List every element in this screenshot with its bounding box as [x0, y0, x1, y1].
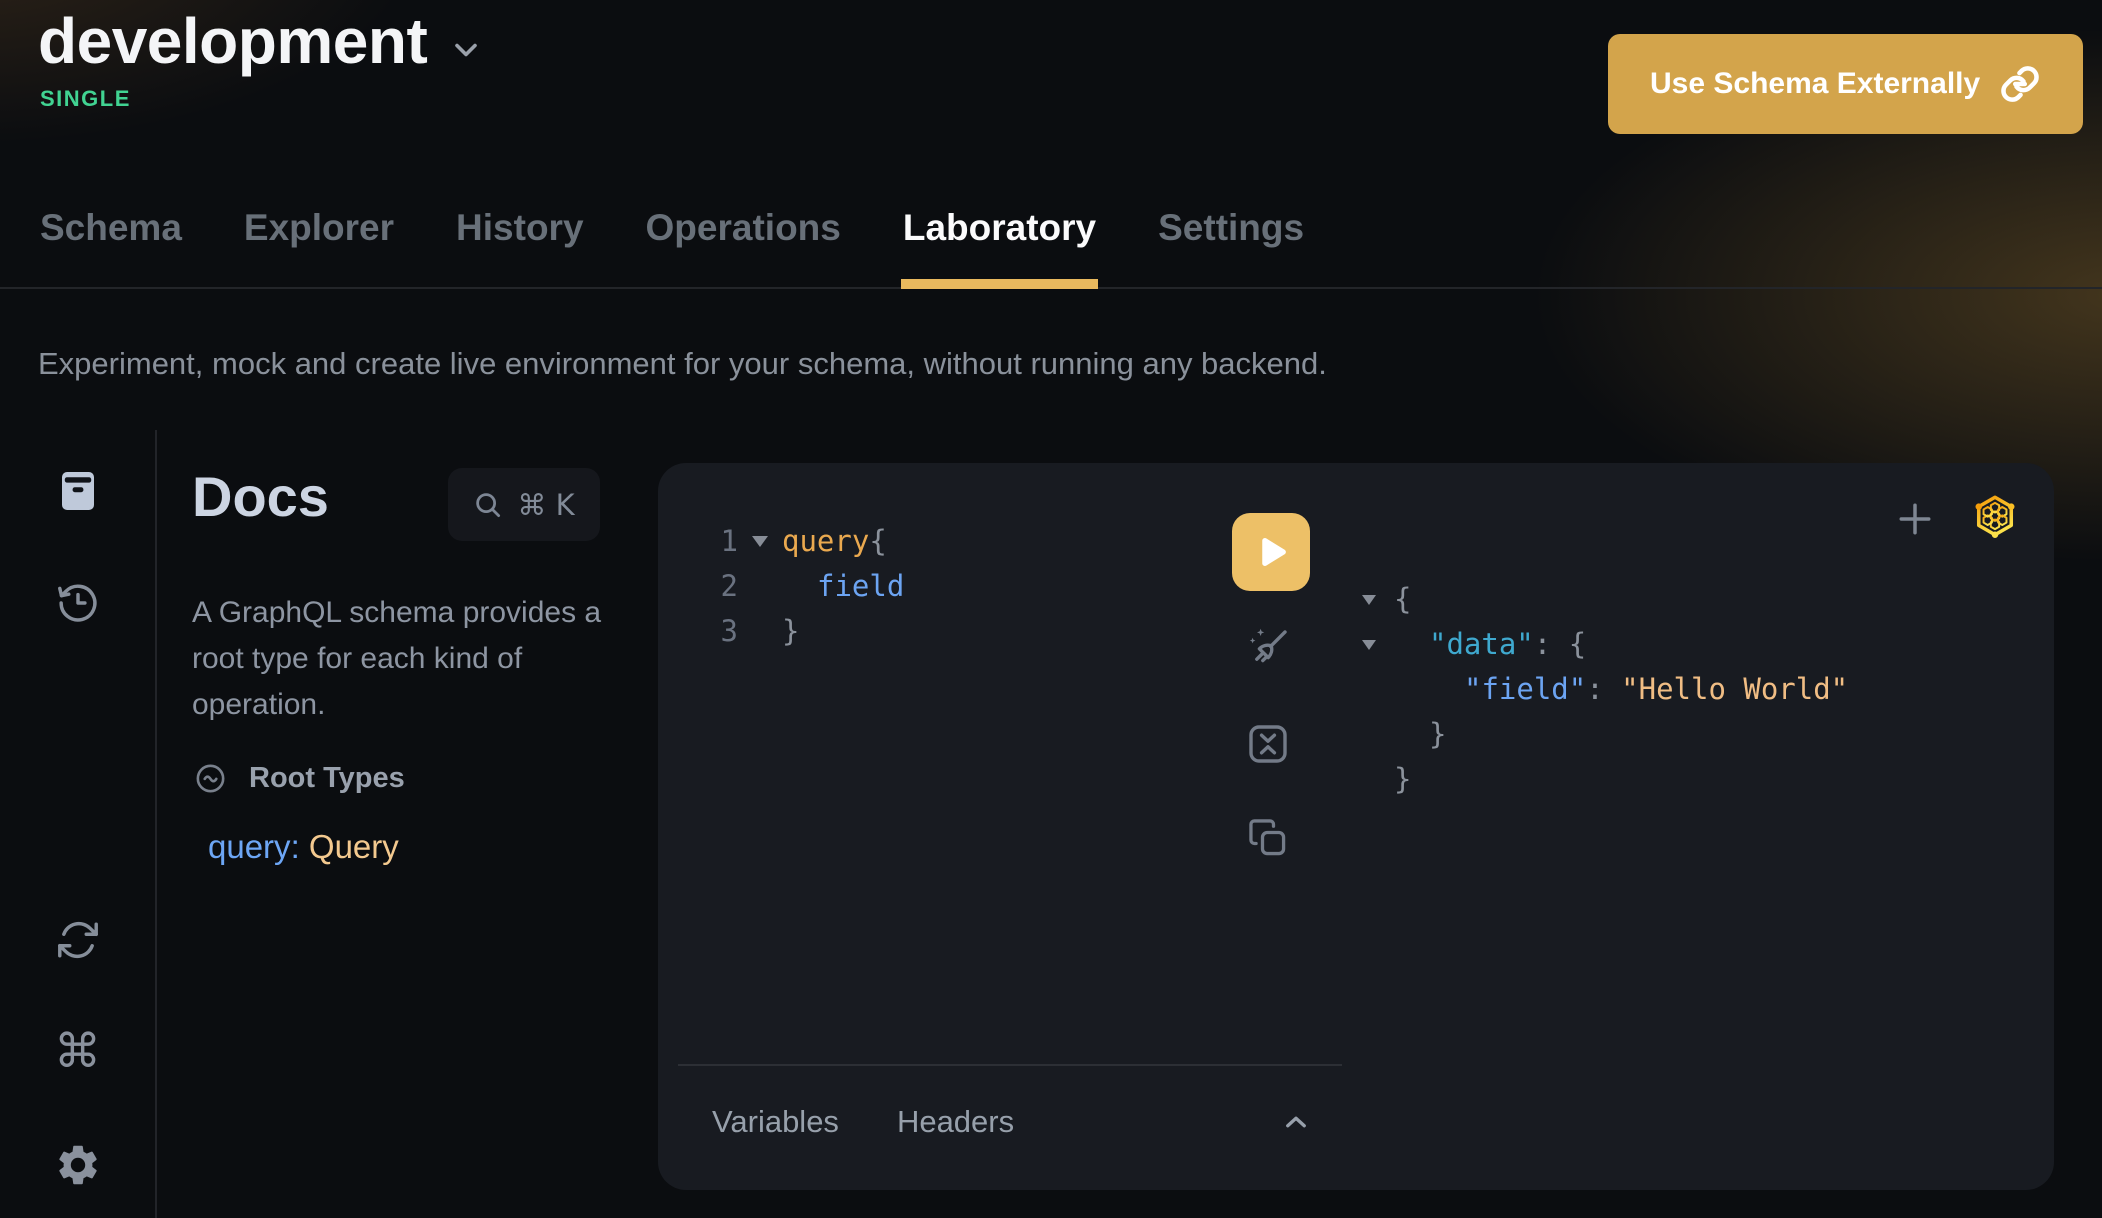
page-header: development SINGLE Use Schema Externally… [0, 0, 2102, 289]
tab-laboratory[interactable]: Laboratory [901, 207, 1098, 289]
collapse-footer-button[interactable] [1278, 1104, 1314, 1140]
fold-arrow-icon[interactable] [1360, 577, 1394, 622]
play-icon [1250, 531, 1292, 573]
root-query-link[interactable]: query: Query [208, 828, 399, 866]
refresh-icon [55, 917, 101, 963]
close-brace: } [1394, 712, 1446, 757]
link-icon [1999, 63, 2041, 105]
close-brace: } [782, 609, 799, 654]
editor-footer: Variables Headers [678, 1064, 1342, 1190]
settings-button[interactable] [54, 1141, 102, 1189]
tab-schema[interactable]: Schema [38, 207, 184, 289]
fold-arrow-icon[interactable] [1360, 622, 1394, 667]
query-editor[interactable]: 1 query{ 2 field 3 } [692, 519, 904, 654]
line-number: 2 [692, 564, 738, 609]
root-types-label: Root Types [249, 762, 405, 795]
line-number: 3 [692, 609, 738, 654]
merge-fragments-button[interactable] [1244, 720, 1292, 768]
page-tabs: Schema Explorer History Operations Labor… [38, 207, 1306, 289]
query-line-2: 2 field [692, 564, 904, 609]
response-viewer: { "data": { "field": "Hello World" } } [1360, 577, 1848, 802]
laboratory-sidebar: ⌘ [0, 430, 157, 1218]
query-keyword: query [782, 524, 869, 558]
prettify-broom-icon [1244, 623, 1292, 671]
book-icon [54, 466, 102, 516]
copy-icon [1246, 816, 1290, 860]
query-line-1: 1 query{ [692, 519, 904, 564]
tab-operations[interactable]: Operations [644, 207, 843, 289]
docs-heading: Docs [192, 464, 329, 529]
history-panel-button[interactable] [55, 580, 101, 626]
page-subtitle: Experiment, mock and create live environ… [38, 346, 1327, 382]
command-icon: ⌘ [54, 1024, 101, 1079]
response-line-2: "data": { [1360, 622, 1848, 667]
fold-arrow-icon[interactable] [738, 519, 782, 564]
root-query-type[interactable]: Query [309, 828, 399, 865]
docs-search-button[interactable]: ⌘ K [448, 468, 600, 541]
variables-tab[interactable]: Variables [712, 1104, 839, 1140]
plus-icon [1893, 497, 1937, 541]
merge-icon [1244, 720, 1292, 768]
chevron-up-icon [1278, 1104, 1314, 1140]
search-shortcut-label: ⌘ K [517, 488, 574, 522]
response-key-data: "data" [1429, 627, 1534, 661]
line-number: 1 [692, 519, 738, 564]
docs-panel-button[interactable] [54, 466, 102, 516]
response-line-5: } [1360, 757, 1848, 802]
open-brace: { [1394, 577, 1411, 622]
graphiql-editor-card: 1 query{ 2 field 3 } [658, 463, 2054, 1190]
target-selector-chevron-icon[interactable] [448, 32, 484, 68]
root-query-field: query [208, 828, 291, 865]
root-types-section: Root Types [194, 762, 405, 795]
tab-history[interactable]: History [454, 207, 585, 289]
use-schema-externally-label: Use Schema Externally [1650, 67, 1980, 101]
use-schema-externally-button[interactable]: Use Schema Externally [1608, 34, 2083, 134]
execute-query-button[interactable] [1232, 513, 1310, 591]
add-tab-button[interactable] [1893, 497, 1937, 541]
root-query-colon: : [291, 828, 300, 865]
query-field-token: field [782, 564, 904, 609]
shortcuts-button[interactable]: ⌘ [54, 1026, 101, 1078]
hive-hexagon-icon [1970, 491, 2020, 541]
single-badge: SINGLE [40, 86, 131, 112]
colon: : [1586, 672, 1603, 706]
open-brace: { [869, 524, 886, 558]
close-brace: } [1394, 757, 1411, 802]
docs-panel: Docs ⌘ K A GraphQL schema provides a roo… [192, 430, 628, 1218]
gear-icon [54, 1141, 102, 1189]
headers-tab[interactable]: Headers [897, 1104, 1014, 1140]
prettify-query-button[interactable] [1244, 623, 1292, 671]
laboratory-content: ⌘ Docs ⌘ K A GraphQL schema provides a r… [0, 430, 2102, 1218]
root-types-icon [194, 762, 227, 795]
docs-description: A GraphQL schema provides a root type fo… [192, 590, 616, 728]
copy-query-button[interactable] [1246, 816, 1290, 860]
tab-explorer[interactable]: Explorer [242, 207, 396, 289]
hive-logo[interactable] [1970, 491, 2020, 541]
open-brace: { [1569, 627, 1586, 661]
response-line-3: "field": "Hello World" [1360, 667, 1848, 712]
response-string-value: "Hello World" [1621, 672, 1848, 706]
target-title: development [38, 4, 427, 78]
response-line-4: } [1360, 712, 1848, 757]
response-line-1: { [1360, 577, 1848, 622]
history-icon [55, 580, 101, 626]
reload-schema-button[interactable] [55, 917, 101, 963]
response-key-field: "field" [1464, 672, 1586, 706]
tab-settings[interactable]: Settings [1156, 207, 1306, 289]
colon: : [1534, 627, 1551, 661]
search-icon [473, 490, 503, 520]
query-line-3: 3 } [692, 609, 904, 654]
